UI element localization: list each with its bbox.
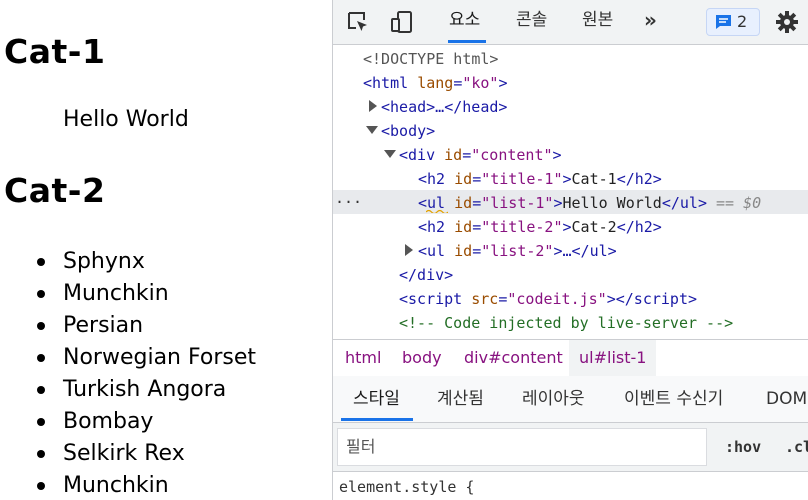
h2-title-1-node[interactable]: <h2 id="title-1">Cat-1</h2> <box>418 167 662 191</box>
cat-1-heading: Cat-1 <box>4 32 106 71</box>
active-subtab-indicator <box>341 418 413 421</box>
head-node[interactable]: <head>…</head> <box>381 95 507 119</box>
expand-triangle-icon[interactable] <box>368 100 378 112</box>
hov-button[interactable]: :hov <box>725 423 761 471</box>
cls-button[interactable]: .cl <box>785 423 808 471</box>
devtools-panel: 요소 콘솔 원본 » 2 ··· <!DOCTYPE html> <html l… <box>332 0 808 500</box>
issues-badge[interactable]: 2 <box>706 8 760 36</box>
list-item: Sphynx <box>0 246 256 278</box>
filter-input[interactable]: 필터 <box>337 428 707 466</box>
comment-node[interactable]: <!-- Code injected by live-server --> <box>399 311 733 335</box>
ul-list-1-node[interactable]: <ul id="list-1">Hello World</ul> == $0 <box>418 191 761 215</box>
tab-sources[interactable]: 원본 <box>582 0 613 44</box>
tab-styles[interactable]: 스타일 <box>353 376 400 422</box>
list-item: Persian <box>0 310 256 342</box>
list-item: Norwegian Forset <box>0 342 256 374</box>
body-node[interactable]: <body> <box>381 119 435 143</box>
tab-elements[interactable]: 요소 <box>449 0 480 44</box>
list-item: Bombay <box>0 406 256 438</box>
expand-triangle-icon[interactable] <box>404 244 414 256</box>
ul-list-2-node[interactable]: <ul id="list-2">…</ul> <box>418 239 617 263</box>
cat-2-heading: Cat-2 <box>4 171 106 210</box>
tab-event-listeners[interactable]: 이벤트 수신기 <box>624 376 723 422</box>
warning-squiggle <box>426 209 448 213</box>
devtools-toolbar: 요소 콘솔 원본 » 2 <box>333 0 808 45</box>
script-node[interactable]: <script src="codeit.js"></script> <box>399 287 697 311</box>
issues-count: 2 <box>737 12 748 31</box>
more-tabs-button[interactable]: » <box>644 0 657 44</box>
div-content-node[interactable]: <div id="content"> <box>399 143 562 167</box>
breadcrumb-div-content[interactable]: div#content <box>464 340 563 376</box>
node-actions-dots[interactable]: ··· <box>335 190 362 214</box>
gear-icon[interactable] <box>775 10 799 34</box>
doctype-node[interactable]: <!DOCTYPE html> <box>363 47 498 71</box>
inspect-element-icon[interactable] <box>346 10 370 34</box>
tab-computed[interactable]: 계산됨 <box>437 376 484 422</box>
hello-world-text: Hello World <box>63 107 189 132</box>
elements-tree: ··· <!DOCTYPE html> <html lang="ko"> <he… <box>333 45 808 338</box>
message-icon <box>716 15 731 29</box>
collapse-triangle-icon[interactable] <box>384 149 396 159</box>
html-node[interactable]: <html lang="ko"> <box>363 71 508 95</box>
h2-title-2-node[interactable]: <h2 id="title-2">Cat-2</h2> <box>418 215 662 239</box>
list-item: Turkish Angora <box>0 374 256 406</box>
list-item: Selkirk Rex <box>0 438 256 470</box>
breadcrumb-html[interactable]: html <box>345 340 381 376</box>
rendered-page: Cat-1 Hello World Cat-2 Sphynx Munchkin … <box>0 0 332 500</box>
list-item: Munchkin <box>0 470 256 500</box>
tab-dom[interactable]: DOM <box>766 376 807 422</box>
div-close-node[interactable]: </div> <box>399 263 453 287</box>
styles-subtabs: 스타일 계산됨 레이아웃 이벤트 수신기 DOM <box>333 376 808 423</box>
breadcrumb: html body div#content ul#list-1 <box>333 339 808 377</box>
filter-bar: 필터 :hov .cl <box>333 423 808 472</box>
element-style-rule[interactable]: element.style { <box>339 478 474 496</box>
list-item: Munchkin <box>0 278 256 310</box>
tab-layout[interactable]: 레이아웃 <box>522 376 585 422</box>
breadcrumb-body[interactable]: body <box>402 340 442 376</box>
active-tab-indicator <box>448 40 486 43</box>
cat-list: Sphynx Munchkin Persian Norwegian Forset… <box>0 246 256 500</box>
device-toolbar-icon[interactable] <box>390 10 414 34</box>
tab-console[interactable]: 콘솔 <box>516 0 547 44</box>
breadcrumb-ul-list-1[interactable]: ul#list-1 <box>569 340 657 376</box>
collapse-triangle-icon[interactable] <box>366 125 378 135</box>
